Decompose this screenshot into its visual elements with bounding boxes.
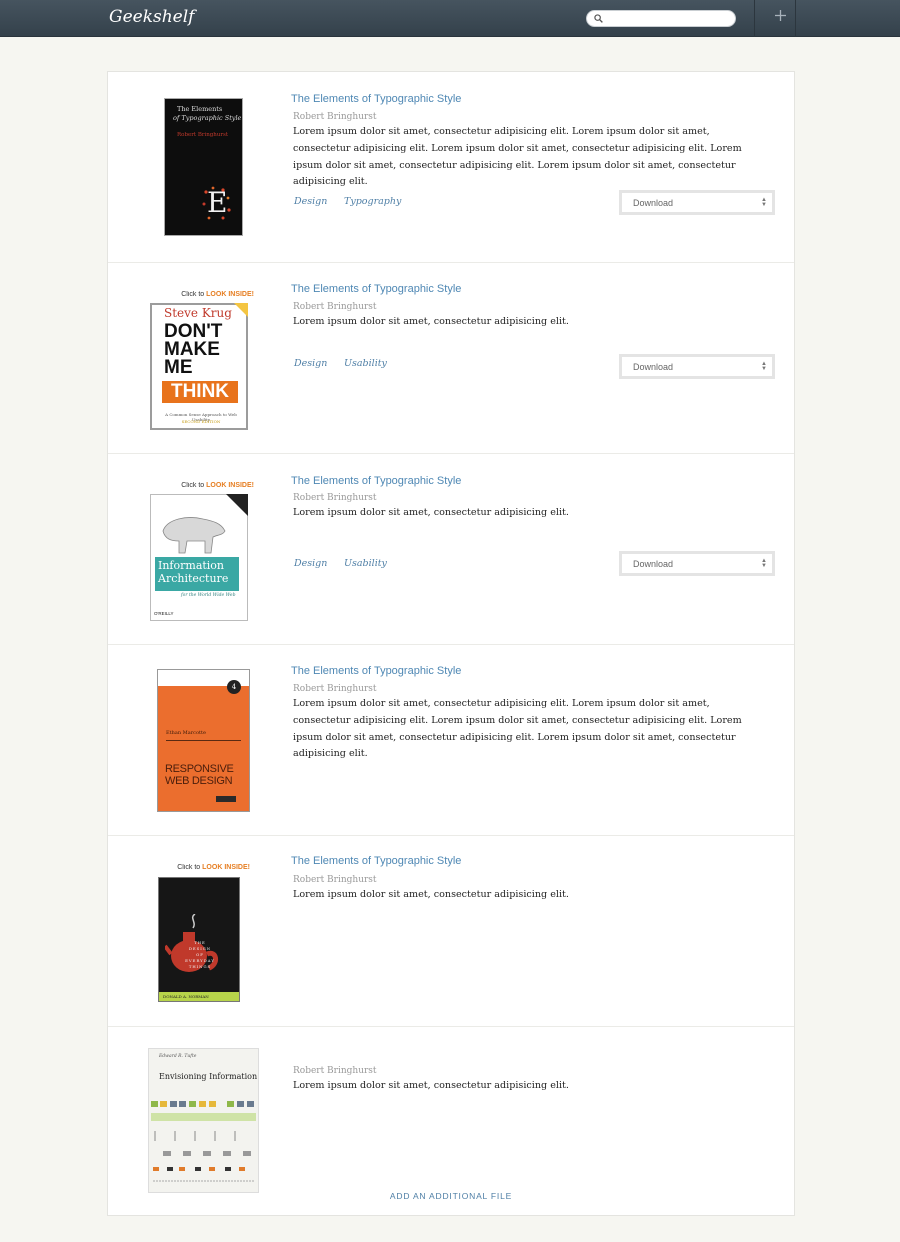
top-bar: Geekshelf [0,0,900,37]
book-cover[interactable]: Click to LOOK INSIDE! Information Archit… [150,482,256,622]
tag-usability[interactable]: Usability [344,358,387,369]
add-book-button[interactable] [754,0,796,37]
ornament-icon: E [202,186,231,220]
book-list: The Elements of Typographic Style Robert… [107,71,795,1216]
search-input[interactable] [607,12,729,25]
cover-author: Steve Krug [164,306,232,320]
cover-corner-ribbon [226,494,248,516]
tag-design[interactable]: Design [294,558,327,569]
tag-design[interactable]: Design [294,358,327,369]
book-title[interactable]: The Elements of Typographic Style [291,93,461,105]
cover-subtitle: for the World Wide Web [181,593,236,598]
book-row: 4 Ethan Marcotte RESPONSIVE WEB DESIGN T… [108,645,794,836]
chevron-updown-icon: ▲ ▼ [761,361,767,372]
book-cover[interactable]: Click to LOOK INSIDE! Steve Krug DON'T M… [150,291,256,431]
search-icon [594,14,603,23]
cover-author: Ethan Marcotte [166,730,206,736]
cover-title: RESPONSIVE WEB DESIGN [165,763,234,787]
polar-bear-icon [162,517,226,554]
cover-title-highlight: THINK [162,381,238,403]
tag-typography[interactable]: Typography [344,196,401,207]
book-author: Robert Bringhurst [293,493,377,503]
cover-title: THE DESIGN OF EVERYDAY THINGS [185,940,215,969]
download-select[interactable]: Download ▲ ▼ [619,190,775,215]
download-label: Download [633,198,674,208]
search-box[interactable] [586,10,736,27]
cover-body: Information Architecture for the World W… [150,494,248,621]
cover-illustration-icon [151,1101,256,1182]
cover-title-band: Information Architecture [155,557,239,591]
cover-title: Envisioning Information [159,1072,258,1081]
cover-title: The Elements [177,105,223,113]
logo[interactable]: Geekshelf [109,7,194,27]
book-author: Robert Bringhurst [293,302,377,312]
cover-edition: SECOND EDITION [181,419,221,424]
book-row: Click to LOOK INSIDE! Information Archit… [108,454,794,645]
download-select[interactable]: Download ▲ ▼ [619,551,775,576]
look-inside-banner: Click to LOOK INSIDE! [177,864,250,871]
book-row: Click to LOOK INSIDE! THE DESIGN OF EVER… [108,836,794,1027]
book-title[interactable]: The Elements of Typographic Style [291,283,461,295]
book-description: Lorem ipsum dolor sit amet, consectetur … [293,889,569,900]
add-additional-file-link[interactable]: ADD AN ADDITIONAL FILE [108,1191,794,1201]
book-author: Robert Bringhurst [293,684,377,694]
book-description: Lorem ipsum dolor sit amet, consectetur … [293,507,569,518]
download-label: Download [633,362,674,372]
cover-author: Robert Bringhurst [177,132,229,138]
book-author: Robert Bringhurst [293,875,377,885]
chevron-updown-icon: ▲ ▼ [761,558,767,569]
book-cover[interactable]: Click to LOOK INSIDE! THE DESIGN OF EVER… [158,864,250,1004]
look-inside-banner: Click to LOOK INSIDE! [181,291,254,298]
book-row: Edward R. Tufte Envisioning Information … [108,1027,794,1217]
cover-author: Edward R. Tufte [159,1054,197,1059]
cover-author: DONALD A. NORMAN [159,992,239,1001]
plus-icon [775,10,786,21]
book-row: Click to LOOK INSIDE! Steve Krug DON'T M… [108,263,794,454]
cover-body: Steve Krug DON'T MAKE ME THINK A Common … [150,303,248,430]
book-row: The Elements of Typographic Style Robert… [108,72,794,263]
cover-corner-ribbon [234,303,248,317]
svg-text:E: E [207,186,227,219]
book-author: Robert Bringhurst [293,112,377,122]
tag-design[interactable]: Design [294,196,327,207]
book-author: Robert Bringhurst [293,1066,377,1076]
cover-title: DON'T MAKE ME [164,321,223,378]
book-cover[interactable]: Edward R. Tufte Envisioning Information [148,1048,259,1193]
cover-body: THE DESIGN OF EVERYDAY THINGS DONALD A. … [158,877,240,1002]
book-description: Lorem ipsum dolor sit amet, consectetur … [293,316,569,327]
book-title[interactable]: The Elements of Typographic Style [291,475,461,487]
cover-title: of Typographic Style [173,114,242,122]
book-description: Lorem ipsum dolor sit amet, consectetur … [293,698,742,760]
chevron-updown-icon: ▲ ▼ [761,197,767,208]
publisher-logo [216,796,236,802]
download-label: Download [633,559,674,569]
download-select[interactable]: Download ▲ ▼ [619,354,775,379]
series-badge: 4 [227,680,241,694]
book-title[interactable]: The Elements of Typographic Style [291,665,461,677]
cover-publisher: O'REILLY [154,611,174,616]
cover-rule [166,740,241,741]
book-cover[interactable]: The Elements of Typographic Style Robert… [164,98,243,236]
book-description: Lorem ipsum dolor sit amet, consectetur … [293,126,742,188]
book-title[interactable]: The Elements of Typographic Style [291,855,461,867]
look-inside-banner: Click to LOOK INSIDE! [181,482,254,489]
tag-usability[interactable]: Usability [344,558,387,569]
book-description: Lorem ipsum dolor sit amet, consectetur … [293,1080,569,1091]
book-cover[interactable]: 4 Ethan Marcotte RESPONSIVE WEB DESIGN [157,669,250,812]
